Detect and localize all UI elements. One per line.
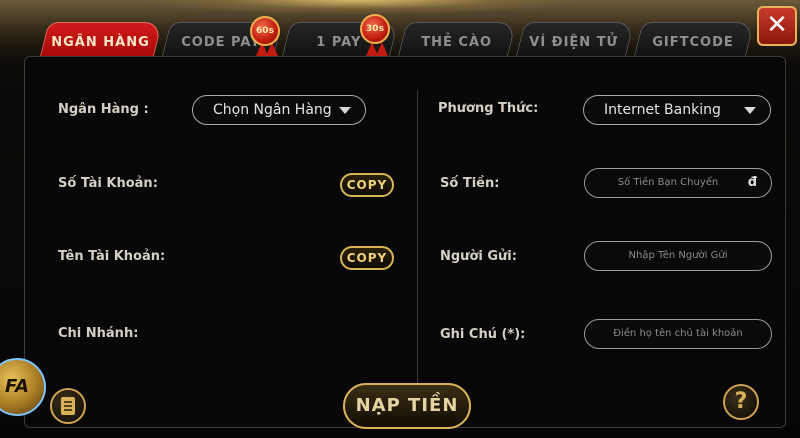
chevron-down-icon: [339, 107, 351, 114]
sender-input[interactable]: Nhập Tên Người Gửi: [584, 241, 772, 271]
bank-label: Ngân Hàng :: [58, 102, 149, 117]
help-button[interactable]: ?: [723, 384, 759, 420]
bank-select-value: Chọn Ngân Hàng: [213, 102, 332, 118]
column-divider: [417, 90, 418, 395]
amount-placeholder: Số Tiền Bạn Chuyển: [617, 177, 719, 188]
amount-label: Số Tiền:: [440, 176, 500, 191]
currency-symbol: đ: [747, 175, 757, 190]
method-label: Phương Thức:: [438, 101, 539, 116]
tab-giftcode[interactable]: GIFTCODE: [633, 22, 755, 58]
timer-badge: 60s: [250, 16, 280, 46]
account-number-label: Số Tài Khoản:: [58, 176, 158, 191]
chevron-down-icon: [744, 107, 756, 114]
copy-account-number-button[interactable]: COPY: [340, 173, 394, 197]
sender-label: Người Gửi:: [440, 249, 517, 264]
method-select-value: Internet Banking: [604, 102, 721, 118]
ribbon-icon: [376, 42, 388, 56]
tab-vi-dien-tu[interactable]: VÍ ĐIỆN TỬ: [515, 22, 635, 58]
method-select[interactable]: Internet Banking: [583, 95, 771, 125]
submit-deposit-button[interactable]: NẠP TIỀN: [343, 383, 471, 429]
history-button[interactable]: [50, 388, 86, 424]
top-glow: [150, 0, 570, 14]
note-input[interactable]: Điền họ tên chủ tài khoản: [584, 319, 772, 349]
sender-placeholder: Nhập Tên Người Gửi: [628, 250, 728, 261]
note-placeholder: Điền họ tên chủ tài khoản: [613, 328, 743, 339]
branch-label: Chi Nhánh:: [58, 326, 139, 341]
close-button[interactable]: ✕: [757, 6, 797, 46]
account-name-label: Tên Tài Khoản:: [58, 249, 166, 264]
close-icon: ✕: [766, 10, 788, 40]
help-icon: ?: [734, 389, 748, 414]
note-label: Ghi Chú (*):: [440, 327, 526, 342]
timer-badge: 30s: [360, 14, 390, 44]
bank-select[interactable]: Chọn Ngân Hàng: [192, 95, 366, 125]
amount-input[interactable]: Số Tiền Bạn Chuyển đ: [584, 168, 772, 198]
tab-ngan-hang[interactable]: NGÂN HÀNG: [39, 22, 163, 58]
tab-the-cao[interactable]: THẺ CÀO: [397, 22, 517, 58]
document-icon: [61, 397, 75, 415]
copy-account-name-button[interactable]: COPY: [340, 246, 394, 270]
